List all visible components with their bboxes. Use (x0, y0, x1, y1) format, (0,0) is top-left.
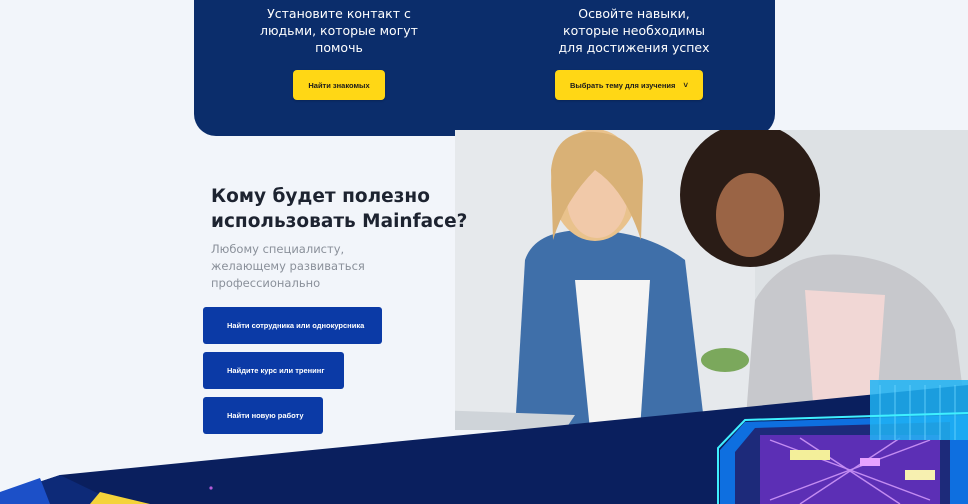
landing-page: Установите контакт с людьми, которые мог… (0, 0, 968, 504)
section-subtitle-line: профессионально (211, 276, 321, 290)
feature-skills-text: которые необходимы (563, 23, 705, 38)
feature-contacts-text: людьми, которые могут (260, 23, 418, 38)
section-subtitle-line: Любому специалисту, (211, 242, 345, 256)
decorative-band-illustration (0, 380, 968, 504)
section-title-line: Кому будет полезно (211, 186, 430, 207)
feature-skills-text: Освойте навыки, (578, 6, 690, 21)
feature-skills-text: для достижения успех (558, 40, 710, 55)
feature-contacts-text: Установите контакт с (267, 6, 411, 21)
find-acquaintances-label: Найти знакомых (308, 80, 370, 90)
find-acquaintances-button[interactable]: Найти знакомых (293, 70, 385, 100)
find-colleague-button[interactable]: Найти сотрудника или однокурсника (203, 307, 382, 344)
chevron-down-icon: ˅ (683, 80, 689, 90)
audience-section: Кому будет полезно использовать Mainface… (211, 184, 471, 292)
section-subtitle: Любому специалисту, желающему развиватьс… (211, 241, 471, 292)
find-course-label: Найдите курс или тренинг (227, 366, 325, 375)
feature-skills: Освойте навыки, которые необходимы для д… (539, 5, 729, 56)
choose-topic-dropdown[interactable]: Выбрать тему для изучения ˅ (555, 70, 703, 100)
section-subtitle-line: желающему развиваться (211, 259, 365, 273)
feature-contacts-text: помочь (315, 40, 363, 55)
section-title: Кому будет полезно использовать Mainface… (211, 184, 471, 234)
section-title-line: использовать Mainface? (211, 211, 468, 232)
find-colleague-label: Найти сотрудника или однокурсника (227, 321, 365, 330)
choose-topic-label: Выбрать тему для изучения (569, 80, 676, 90)
features-card: Установите контакт с людьми, которые мог… (194, 0, 775, 136)
feature-contacts: Установите контакт с людьми, которые мог… (254, 5, 424, 56)
